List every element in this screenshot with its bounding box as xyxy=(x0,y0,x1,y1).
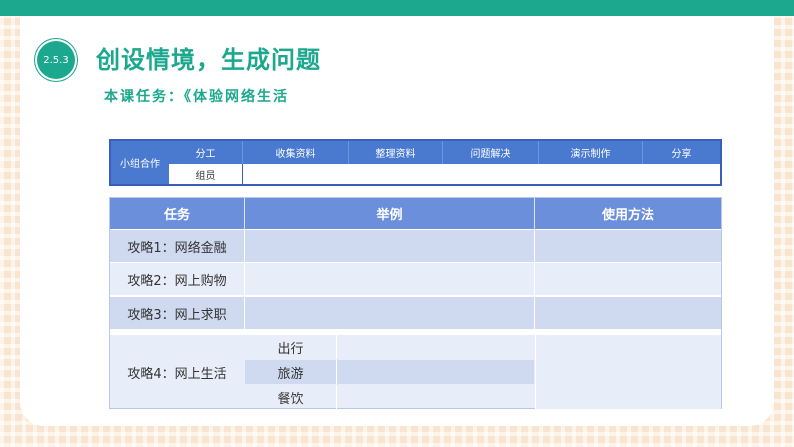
group-work-label: 小组合作 xyxy=(111,141,169,184)
header-organize: 整理资料 xyxy=(349,141,443,164)
usage-cell[interactable] xyxy=(534,230,721,262)
header-solve: 问题解决 xyxy=(443,141,539,164)
header-collect: 收集资料 xyxy=(243,141,349,164)
group-member-row: 组员 xyxy=(169,164,720,184)
table-row: 攻略2：网上购物 xyxy=(110,262,721,295)
table-row: 攻略1：网络金融 xyxy=(110,229,721,262)
member-input-cell[interactable] xyxy=(243,164,720,184)
header-usage: 使用方法 xyxy=(601,208,654,223)
strategy-header-row: 任务 举例 使用方法 xyxy=(110,198,721,229)
usage-cell[interactable] xyxy=(535,335,721,409)
example-cell[interactable] xyxy=(244,263,534,295)
task-cell: 攻略2：网上购物 xyxy=(127,273,227,289)
header-share: 分享 xyxy=(671,149,692,160)
task-cell: 攻略3：网上求职 xyxy=(127,307,227,323)
sub-label: 出行 xyxy=(245,335,337,359)
header-division: 分工 xyxy=(169,141,243,164)
lesson-task-subtitle: 本课任务：《体验网络生活 xyxy=(104,89,289,105)
sub-label: 餐饮 xyxy=(245,385,337,409)
sub-label: 旅游 xyxy=(245,360,337,384)
group-work-header-row: 分工 收集资料 整理资料 问题解决 演示制作 分享 xyxy=(169,141,720,164)
member-label: 组员 xyxy=(169,164,243,184)
header-example: 举例 xyxy=(245,198,535,229)
example-cell[interactable] xyxy=(244,230,534,262)
example-cell[interactable] xyxy=(244,297,534,329)
sub-example-cell[interactable] xyxy=(337,335,534,359)
sub-row-tourism: 旅游 xyxy=(245,360,534,384)
task-cell: 攻略4：网上生活 xyxy=(127,366,227,382)
task-cell: 攻略1：网络金融 xyxy=(127,240,227,256)
top-accent-bar xyxy=(0,0,794,16)
sub-row-travel: 出行 xyxy=(245,335,534,359)
group-work-table: 小组合作 分工 收集资料 整理资料 问题解决 演示制作 分享 组员 xyxy=(109,139,722,186)
sub-row-dining: 餐饮 xyxy=(245,385,534,409)
page-title: 创设情境，生成问题 xyxy=(96,46,321,74)
sub-example-cell[interactable] xyxy=(337,360,534,384)
table-row: 攻略3：网上求职 xyxy=(110,296,721,329)
header-task: 任务 xyxy=(110,198,245,229)
usage-cell[interactable] xyxy=(534,297,721,329)
table-row: 攻略4：网上生活 出行 旅游 餐饮 xyxy=(110,334,721,409)
sub-example-cell[interactable] xyxy=(337,385,534,409)
strategy-table: 任务 举例 使用方法 攻略1：网络金融 攻略2：网上购物 攻略3：网上求职 攻略… xyxy=(109,197,722,409)
header-presentation: 演示制作 xyxy=(539,141,643,164)
usage-cell[interactable] xyxy=(534,263,721,295)
section-badge: 2.5.3 xyxy=(37,41,75,79)
